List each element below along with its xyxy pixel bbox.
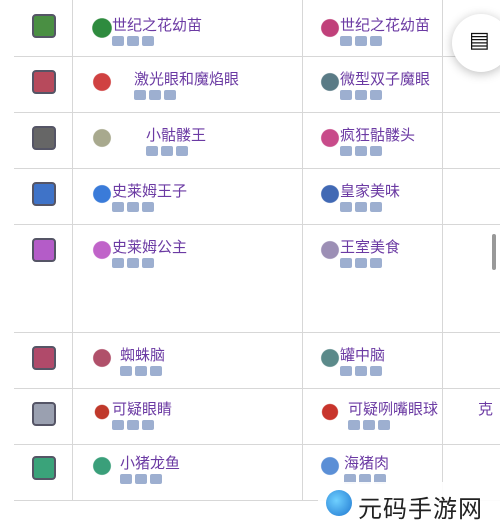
slime-prince-icon [90, 182, 114, 206]
summon-item-cell[interactable]: 微型双子魔眼 [318, 70, 458, 110]
platform-icons [134, 90, 176, 102]
platform-icons [340, 90, 382, 102]
boss-king-slime-icon [32, 182, 56, 206]
royal-delight-icon [318, 182, 342, 206]
brain-jar-icon [318, 346, 342, 370]
table-row: 蜘蛛脑 罐中脑 [14, 332, 500, 389]
platform-icons [112, 202, 154, 214]
item-name[interactable]: 蜘蛛脑 [120, 344, 165, 365]
pigron-icon [90, 454, 114, 478]
summon-item-cell[interactable]: 王室美食 [318, 238, 458, 278]
platform-icons [120, 474, 162, 486]
table-row: 可疑眼睛 可疑咧嘴眼球 克 [14, 388, 500, 445]
pet-item-cell[interactable]: 激光眼和魔焰眼 [90, 70, 300, 110]
pet-item-cell[interactable]: 史莱姆公主 [90, 238, 300, 278]
scrollbar-thumb[interactable] [492, 234, 496, 270]
item-name[interactable]: 罐中脑 [340, 344, 385, 365]
boss-duke-fishron-icon [32, 456, 56, 480]
slime-princess-icon [90, 238, 114, 262]
platform-icons [112, 258, 154, 270]
item-name[interactable]: 世纪之花幼苗 [340, 14, 430, 35]
boss-plantera-icon [32, 14, 56, 38]
platform-icons [340, 202, 382, 214]
summon-item-cell[interactable]: 可疑咧嘴眼球 [318, 400, 458, 440]
item-name[interactable]: 可疑咧嘴眼球 [348, 398, 438, 419]
item-name[interactable]: 激光眼和魔焰眼 [134, 68, 239, 89]
royal-feast-icon [318, 238, 342, 262]
item-name[interactable]: 世纪之花幼苗 [112, 14, 202, 35]
mad-skull-icon [318, 126, 342, 150]
item-name[interactable]: 疯狂骷髅头 [340, 124, 415, 145]
platform-icons [146, 146, 188, 158]
eyeball-icon [90, 400, 114, 424]
twin-eyes-icon [90, 70, 114, 94]
table-row: 史莱姆公主 王室美食 [14, 224, 500, 333]
table-row: 激光眼和魔焰眼 微型双子魔眼 [14, 56, 500, 113]
truffle-worm-icon [318, 454, 342, 478]
summon-item-cell[interactable]: 世纪之花幼苗 [318, 16, 458, 56]
mini-eyes-icon [318, 70, 342, 94]
item-name[interactable]: 小猪龙鱼 [120, 452, 180, 473]
platform-icons [340, 146, 382, 158]
summon-item-cell[interactable]: 疯狂骷髅头 [318, 126, 458, 166]
pet-item-cell[interactable]: 蜘蛛脑 [90, 346, 300, 386]
boss-twins-icon [32, 70, 56, 94]
table-row: 史莱姆王子 皇家美味 [14, 168, 500, 225]
item-name[interactable]: 王室美食 [340, 236, 400, 257]
item-name[interactable]: 史莱姆王子 [112, 180, 187, 201]
item-name[interactable]: 微型双子魔眼 [340, 68, 430, 89]
platform-icons [112, 36, 154, 48]
platform-icons [112, 420, 154, 432]
platform-icons [340, 258, 382, 270]
pet-item-cell[interactable]: 世纪之花幼苗 [90, 16, 300, 56]
pet-item-cell[interactable]: 史莱姆王子 [90, 182, 300, 222]
item-name[interactable]: 皇家美味 [340, 180, 400, 201]
watermark-logo-icon [326, 490, 352, 516]
summon-item-cell[interactable]: 罐中脑 [318, 346, 458, 386]
skull-icon [90, 126, 114, 150]
spider-brain-icon [90, 346, 114, 370]
document-list-icon: ▤ [469, 28, 490, 53]
table-row: 世纪之花幼苗 世纪之花幼苗 [14, 0, 500, 57]
item-name[interactable]: 海猪肉 [344, 452, 389, 473]
boss-brain-icon [32, 346, 56, 370]
watermark: 元码手游网 [318, 482, 500, 523]
item-name[interactable]: 史莱姆公主 [112, 236, 187, 257]
platform-icons [348, 420, 390, 432]
platform-icons [340, 36, 382, 48]
grinning-eye-icon [318, 400, 342, 424]
pet-item-cell[interactable]: 小猪龙鱼 [90, 454, 300, 494]
boss-skeletron-icon [32, 126, 56, 150]
partial-item-name: 克 [478, 400, 494, 418]
platform-icons [120, 366, 162, 378]
watermark-text: 元码手游网 [358, 495, 483, 523]
item-name[interactable]: 可疑眼睛 [112, 398, 172, 419]
items-table: 世纪之花幼苗 世纪之花幼苗 激光眼和魔焰眼 微型双子魔眼 小骷髅王 疯狂骷髅头 … [14, 0, 500, 501]
summon-item-cell[interactable]: 皇家美味 [318, 182, 458, 222]
pet-item-cell[interactable]: 小骷髅王 [90, 126, 300, 166]
table-row: 小骷髅王 疯狂骷髅头 [14, 112, 500, 169]
boss-queen-slime-icon [32, 238, 56, 262]
seedling-icon [90, 16, 114, 40]
bulb-icon [318, 16, 342, 40]
boss-eye-icon [32, 402, 56, 426]
item-name[interactable]: 小骷髅王 [146, 124, 206, 145]
platform-icons [340, 366, 382, 378]
pet-item-cell[interactable]: 可疑眼睛 [90, 400, 300, 440]
